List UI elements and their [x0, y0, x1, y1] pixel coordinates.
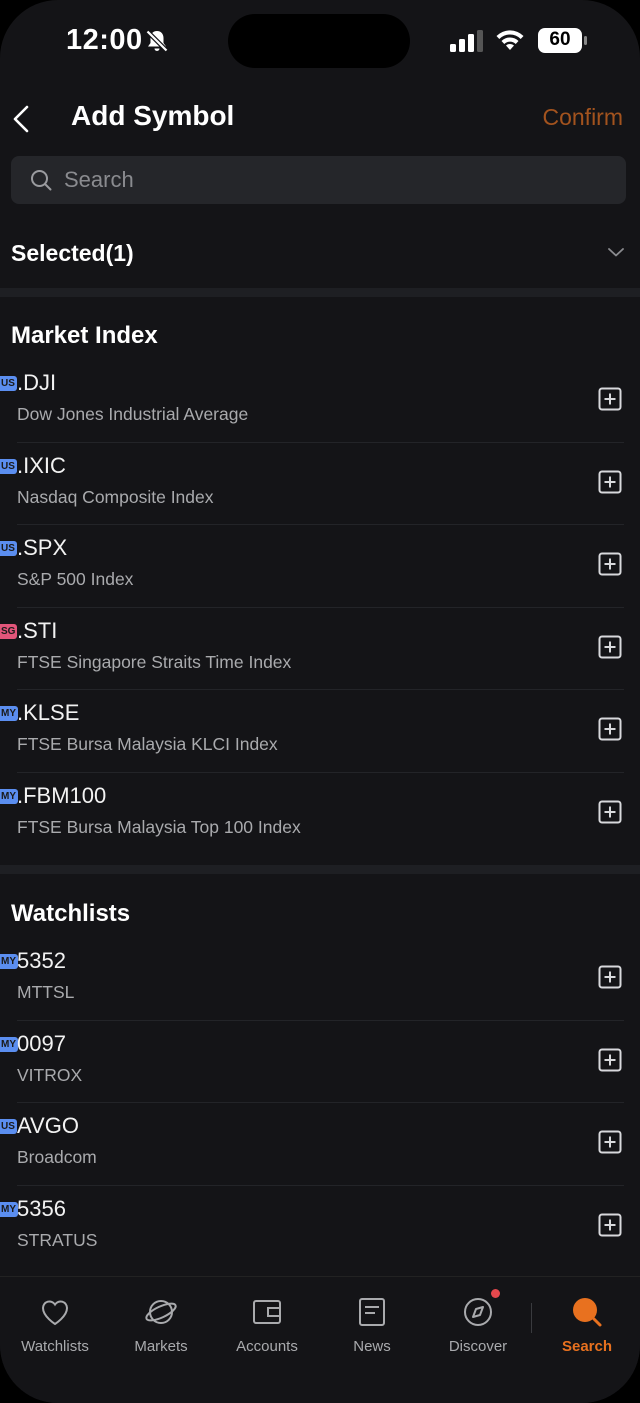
symbol-name: VITROX: [17, 1064, 83, 1085]
search-input[interactable]: [64, 162, 604, 198]
back-arrow-icon[interactable]: [10, 104, 34, 134]
section-divider: [0, 288, 640, 297]
list-item[interactable]: MY .KLSE FTSE Bursa Malaysia KLCI Index: [0, 690, 640, 773]
symbol-name: STRATUS: [17, 1229, 98, 1250]
watchlist-list: MY 5352 MTTSL MY 0097 VITROX US AVGO Broadcom MY 5…: [0, 938, 640, 1268]
market-badge: US: [0, 458, 17, 474]
add-icon[interactable]: [598, 1048, 622, 1072]
planet-icon: [145, 1300, 177, 1324]
notification-dot: [491, 1289, 500, 1298]
symbol-name: FTSE Bursa Malaysia KLCI Index: [17, 734, 278, 754]
symbol-code: 5356: [17, 1195, 66, 1221]
tab-label: Accounts: [236, 1338, 298, 1355]
symbol-code: .KLSE: [17, 700, 80, 725]
symbol-code: .SPX: [17, 535, 68, 560]
cellular-signal-icon: [450, 30, 483, 52]
list-item[interactable]: US .DJI Dow Jones Industrial Average: [0, 360, 640, 443]
nav-header: Add Symbol Confirm: [0, 84, 640, 150]
status-bar: 12:00 60: [0, 0, 640, 84]
bell-muted-icon: [145, 29, 169, 53]
add-icon[interactable]: [598, 965, 622, 989]
market-badge: MY: [0, 706, 18, 721]
list-item[interactable]: MY 0097 VITROX: [0, 1021, 640, 1103]
tab-markets[interactable]: Markets: [108, 1295, 214, 1355]
add-icon[interactable]: [598, 717, 622, 741]
list-item[interactable]: US AVGO Broadcom: [0, 1103, 640, 1186]
symbol-name: Dow Jones Industrial Average: [17, 404, 249, 424]
list-item[interactable]: MY 5356 STRATUS: [0, 1186, 640, 1269]
list-item[interactable]: MY 5352 MTTSL: [0, 938, 640, 1021]
symbol-code: 0097: [17, 1030, 66, 1056]
newspaper-icon: [359, 1298, 385, 1326]
search-icon: [573, 1298, 602, 1327]
section-divider: [0, 865, 640, 874]
market-badge: MY: [0, 954, 18, 969]
search-bar: [11, 156, 626, 204]
tab-label: News: [353, 1338, 391, 1355]
symbol-code: .IXIC: [17, 452, 66, 478]
selected-toggle[interactable]: Selected(1): [0, 222, 640, 286]
add-icon[interactable]: [598, 552, 622, 576]
phone-screen: 12:00 60 Add Symbol Confirm Search Selec…: [0, 0, 640, 1403]
market-badge: MY: [0, 1036, 18, 1052]
symbol-name: S&P 500 Index: [17, 569, 134, 589]
tab-label: Discover: [448, 1338, 508, 1355]
symbol-code: .STI: [17, 617, 58, 643]
watchlists-title: Watchlists: [11, 900, 131, 927]
symbol-name: MTTSL: [17, 982, 75, 1002]
market-badge: US: [0, 541, 17, 556]
tab-search[interactable]: Search: [534, 1295, 640, 1355]
confirm-button[interactable]: Confirm: [542, 104, 623, 131]
tab-discover[interactable]: Discover: [425, 1295, 531, 1355]
battery-level: 60: [549, 29, 571, 50]
symbol-code: 5352: [17, 948, 66, 973]
tab-separator: [531, 1303, 532, 1333]
add-icon[interactable]: [598, 1213, 622, 1237]
battery-indicator: 60: [538, 28, 588, 53]
add-icon[interactable]: [598, 1130, 622, 1154]
compass-icon: [464, 1298, 492, 1326]
search-icon: [31, 170, 52, 191]
list-item[interactable]: MY .FBM100 FTSE Bursa Malaysia Top 100 Ind…: [0, 773, 640, 856]
symbol-name: Broadcom: [17, 1147, 97, 1167]
heart-icon: [41, 1300, 69, 1326]
dynamic-island: [228, 14, 410, 68]
symbol-name: FTSE Singapore Straits Time Index: [17, 651, 292, 672]
market-badge: SG: [0, 623, 18, 639]
market-badge: MY: [0, 1201, 18, 1217]
market-index-title: Market Index: [11, 322, 158, 349]
list-item[interactable]: SG .STI FTSE Singapore Straits Time Index: [0, 608, 640, 690]
add-icon[interactable]: [598, 387, 622, 411]
market-index-list: US .DJI Dow Jones Industrial Average US .IXI…: [0, 360, 640, 855]
status-time: 12:00: [66, 24, 143, 56]
wifi-icon: [496, 30, 524, 50]
add-icon[interactable]: [598, 800, 622, 824]
tab-label: Search: [561, 1338, 613, 1355]
symbol-name: FTSE Bursa Malaysia Top 100 Index: [17, 816, 301, 837]
list-item[interactable]: US .SPX S&P 500 Index: [0, 525, 640, 608]
selected-label: Selected(1): [11, 240, 134, 266]
tab-news[interactable]: News: [319, 1295, 425, 1355]
tab-label: Markets: [134, 1338, 188, 1355]
tab-bar: Watchlists Markets Accounts News Discove…: [0, 1276, 640, 1403]
chevron-down-icon: [608, 248, 624, 257]
symbol-code: .FBM100: [17, 782, 107, 808]
market-badge: US: [0, 1119, 17, 1134]
market-badge: MY: [0, 788, 18, 804]
page-title: Add Symbol: [71, 100, 235, 131]
tab-accounts[interactable]: Accounts: [214, 1295, 320, 1355]
add-icon[interactable]: [598, 635, 622, 659]
symbol-code: .DJI: [17, 370, 57, 395]
tab-label: Watchlists: [21, 1338, 89, 1355]
symbol-name: Nasdaq Composite Index: [17, 486, 214, 507]
tab-watchlists[interactable]: Watchlists: [2, 1295, 108, 1355]
symbol-code: AVGO: [17, 1113, 79, 1138]
list-item[interactable]: US .IXIC Nasdaq Composite Index: [0, 443, 640, 525]
market-badge: US: [0, 376, 17, 391]
wallet-icon: [253, 1300, 281, 1324]
add-icon[interactable]: [598, 470, 622, 494]
